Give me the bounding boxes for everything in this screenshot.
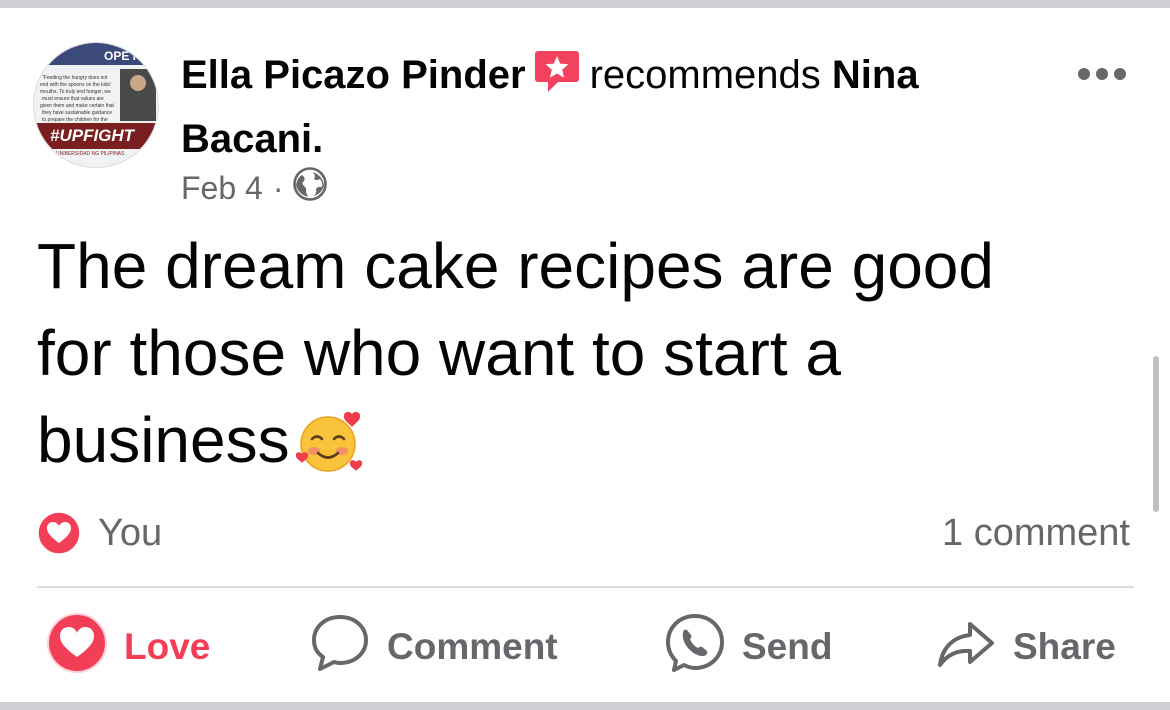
comment-count-link[interactable]: 1 comment <box>942 510 1130 556</box>
scrollbar[interactable] <box>1153 356 1159 512</box>
comment-button[interactable]: Comment <box>309 614 558 680</box>
post-body-line: The dream cake recipes are good <box>37 230 994 302</box>
bottom-divider <box>0 702 1170 710</box>
recommends-text: recommends <box>589 53 821 97</box>
more-dot-icon <box>1114 68 1126 80</box>
svg-text:given them and make certain th: given them and make certain that <box>40 103 115 109</box>
messenger-send-icon <box>664 612 726 683</box>
recommend-badge-icon <box>534 48 580 110</box>
smiling-face-with-hearts-icon <box>294 409 364 496</box>
svg-text:must ensure that values are: must ensure that values are <box>42 96 104 102</box>
post-body-line: business <box>37 397 1117 496</box>
svg-text:"Feeding the hungry does not: "Feeding the hungry does not <box>42 75 108 81</box>
globe-icon <box>293 167 328 209</box>
reactors-text: You <box>98 511 163 554</box>
share-button[interactable]: Share <box>935 614 1116 680</box>
post-body: The dream cake recipes are good for thos… <box>37 223 1117 496</box>
more-dot-icon <box>1096 68 1108 80</box>
recommended-page-name[interactable]: Nina <box>832 53 919 97</box>
comment-icon <box>309 612 371 683</box>
author-avatar[interactable]: OPE KITC "Feeding the hungry does not en… <box>33 42 159 168</box>
reactions-summary[interactable]: You <box>37 510 162 556</box>
svg-text:mouths. To truly end hunger, w: mouths. To truly end hunger, we <box>40 89 111 95</box>
more-options-button[interactable] <box>1078 63 1130 85</box>
recommended-page-name-cont[interactable]: Bacani. <box>181 117 323 161</box>
post-header: Ella Picazo Pinder recommends Nina Bacan… <box>181 46 1041 168</box>
send-label: Send <box>742 626 833 667</box>
header-line-1: Ella Picazo Pinder recommends Nina <box>181 46 1041 110</box>
avatar-university: UNIBERSIDAD NG PILIPINAS <box>56 151 125 157</box>
avatar-hashtag: #UPFIGHT <box>50 126 136 145</box>
meta-separator: · <box>272 169 284 206</box>
avatar-image: OPE KITC "Feeding the hungry does not en… <box>34 43 159 167</box>
love-reaction-icon <box>46 612 108 683</box>
love-button[interactable]: Love <box>46 612 211 683</box>
svg-text:they have sustainable guidance: they have sustainable guidance <box>42 110 112 116</box>
love-reaction-icon <box>37 511 81 555</box>
header-line-2: Bacani. <box>181 110 1041 168</box>
post-body-text: business <box>37 404 290 476</box>
actions-divider <box>37 586 1134 588</box>
author-name[interactable]: Ella Picazo Pinder <box>181 53 526 97</box>
send-button[interactable]: Send <box>664 612 833 683</box>
post-body-line: for those who want to start a <box>37 317 841 389</box>
avatar-banner-text: OPE KITC <box>104 49 159 63</box>
more-dot-icon <box>1078 68 1090 80</box>
top-divider <box>0 0 1170 8</box>
comment-label: Comment <box>387 626 558 667</box>
svg-text:to prepare the children for th: to prepare the children for the <box>42 117 108 123</box>
share-label: Share <box>1013 626 1116 667</box>
share-arrow-icon <box>935 612 997 683</box>
post-meta: Feb 4 · <box>181 166 328 210</box>
post-date[interactable]: Feb 4 <box>181 170 263 207</box>
svg-text:end with the spoons on the kid: end with the spoons on the kids' <box>40 82 111 88</box>
love-label: Love <box>124 626 211 667</box>
